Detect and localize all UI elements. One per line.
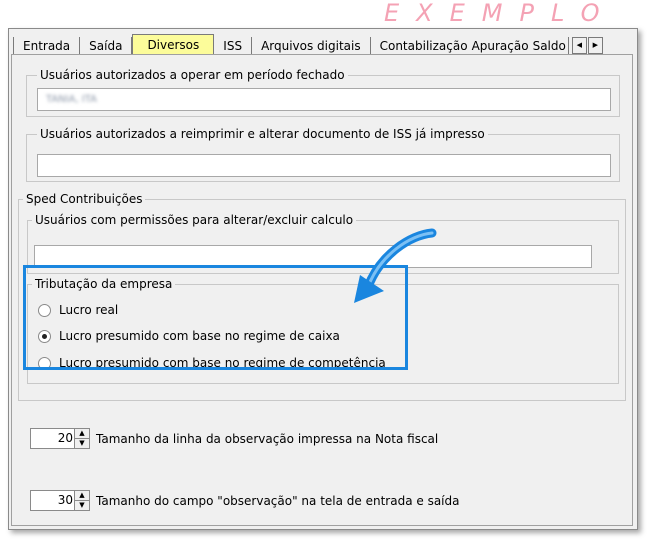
closed-period-users-input[interactable]: TANIA, ITA (37, 88, 611, 111)
group-closed-period: Usuários autorizados a operar em período… (26, 68, 620, 117)
spin-down-icon[interactable]: ▼ (75, 438, 89, 448)
watermark-text: EXEMPLO (384, 0, 617, 27)
tab-contabilizacao[interactable]: Contabilização (371, 37, 472, 55)
spinner-label: Tamanho do campo "observação" na tela de… (96, 493, 460, 508)
group-reprint-iss: Usuários autorizados a reimprimir e alte… (26, 127, 620, 182)
spinner-buttons: ▲ ▼ (74, 491, 89, 510)
spin-down-icon[interactable]: ▼ (75, 500, 89, 510)
tab-arquivos-digitais[interactable]: Arquivos digitais (252, 37, 371, 55)
spinner-buttons: ▲ ▼ (74, 429, 89, 448)
tab-scroll-buttons: ◀ ▶ (571, 37, 603, 54)
reprint-iss-users-input[interactable] (37, 154, 611, 177)
spin-up-icon[interactable]: ▲ (75, 491, 89, 500)
annotation-arrow-icon (354, 228, 437, 303)
tab-diversos[interactable]: Diversos (132, 34, 215, 56)
spin-row-obs-field-size: 30 ▲ ▼ Tamanho do campo "observação" na … (30, 490, 459, 511)
group-reprint-iss-legend: Usuários autorizados a reimprimir e alte… (37, 127, 488, 141)
group-closed-period-legend: Usuários autorizados a operar em período… (37, 68, 348, 82)
tab-bar: Entrada Saída Diversos ISS Arquivos digi… (9, 33, 637, 56)
closed-period-users-value: TANIA, ITA (46, 94, 97, 105)
tab-saida[interactable]: Saída (80, 37, 133, 55)
spinner-value: 20 (57, 431, 73, 445)
line-size-spinner[interactable]: 20 ▲ ▼ (30, 428, 90, 449)
tab-apuracao[interactable]: Apuração (472, 37, 533, 55)
tab-entrada[interactable]: Entrada (13, 37, 81, 55)
tab-iss[interactable]: ISS (214, 37, 253, 55)
group-calc-permissions-legend: Usuários com permissões para alterar/exc… (32, 213, 357, 227)
spin-row-line-size: 20 ▲ ▼ Tamanho da linha da observação im… (30, 428, 438, 449)
spin-up-icon[interactable]: ▲ (75, 429, 89, 438)
obs-field-size-spinner[interactable]: 30 ▲ ▼ (30, 490, 90, 511)
chevron-left-icon[interactable]: ◀ (571, 37, 587, 54)
tab-saldo[interactable]: Saldo (533, 37, 569, 55)
chevron-right-icon[interactable]: ▶ (587, 37, 603, 54)
spinner-value: 30 (57, 493, 73, 507)
spinner-label: Tamanho da linha da observação impressa … (96, 431, 439, 446)
group-sped-legend: Sped Contribuições (23, 192, 146, 206)
